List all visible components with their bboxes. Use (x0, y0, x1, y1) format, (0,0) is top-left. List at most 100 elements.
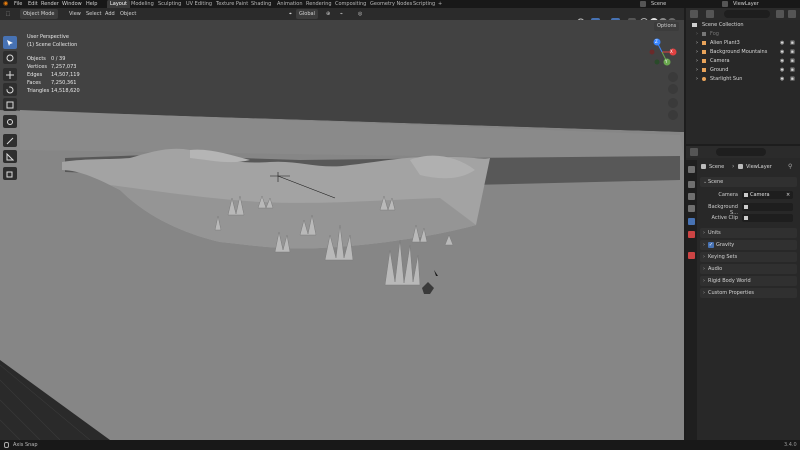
camera-render-icon[interactable]: ▣ (790, 66, 795, 74)
collection-tab-icon[interactable] (688, 252, 695, 259)
display-mode-icon[interactable] (706, 10, 714, 18)
clear-icon[interactable]: × (786, 191, 790, 199)
proportional-edit-icon[interactable]: ◎ (358, 9, 362, 19)
tab-texture-paint[interactable]: Texture Paint (216, 0, 248, 8)
properties-editor-icon[interactable] (690, 148, 698, 156)
camera-render-icon[interactable]: ▣ (790, 75, 795, 83)
tab-uv-editing[interactable]: UV Editing (186, 0, 212, 8)
camera-view-icon[interactable] (668, 98, 678, 108)
add-workspace-button[interactable]: + (438, 0, 442, 8)
rigid-body-world-panel-header[interactable]: › Rigid Body World (700, 276, 797, 286)
perspective-toggle-icon[interactable] (668, 110, 678, 120)
scene-panel-header[interactable]: ⌄ Scene (700, 177, 797, 187)
tab-sculpting[interactable]: Sculpting (158, 0, 181, 8)
menu-render[interactable]: Render (41, 0, 59, 8)
tool-tab-icon[interactable] (688, 166, 695, 173)
scene-selector-icon[interactable] (640, 1, 646, 7)
tab-compositing[interactable]: Compositing (335, 0, 366, 8)
camera-render-icon[interactable]: ▣ (790, 57, 795, 65)
outliner-item-fog[interactable]: › Fog (686, 30, 800, 38)
scene-name[interactable]: Scene (651, 0, 666, 8)
gravity-panel-header[interactable]: › ✓ Gravity (700, 240, 797, 250)
outliner-item-camera[interactable]: › Camera ◉ ▣ (686, 57, 800, 65)
audio-panel-header[interactable]: › Audio (700, 264, 797, 274)
gravity-checkbox[interactable]: ✓ (708, 242, 714, 248)
tab-geometry-nodes[interactable]: Geometry Nodes (370, 0, 412, 8)
tab-shading[interactable]: Shading (251, 0, 271, 8)
keying-sets-panel-header[interactable]: › Keying Sets (700, 252, 797, 262)
new-collection-icon[interactable] (788, 10, 796, 18)
outliner-item-ground[interactable]: › Ground ◉ ▣ (686, 66, 800, 74)
annotate-tool[interactable] (3, 134, 17, 147)
scale-tool[interactable] (3, 98, 17, 111)
mode-dropdown[interactable]: Object Mode (20, 9, 58, 19)
zoom-icon[interactable] (668, 72, 678, 82)
orientation-dropdown[interactable]: Global (296, 9, 318, 19)
snap-icon[interactable]: ⌁ (340, 9, 343, 19)
units-panel-header[interactable]: › Units (700, 228, 797, 238)
properties-tab-column (686, 160, 697, 440)
tab-scripting[interactable]: Scripting (413, 0, 435, 8)
expand-arrow-icon[interactable]: › (696, 48, 698, 56)
outliner-root[interactable]: Scene Collection (686, 21, 800, 29)
eye-icon[interactable]: ◉ (780, 57, 784, 65)
eye-icon[interactable]: ◉ (780, 48, 784, 56)
eye-icon[interactable]: ◉ (780, 66, 784, 74)
tab-layout[interactable]: Layout (107, 0, 130, 8)
expand-arrow-icon[interactable]: › (696, 75, 698, 83)
viewlayer-name[interactable]: ViewLayer (733, 0, 759, 8)
options-dropdown[interactable]: Options (654, 22, 680, 31)
output-tab-icon[interactable] (688, 193, 695, 200)
menu-file[interactable]: File (14, 0, 22, 8)
rotate-tool[interactable] (3, 83, 17, 96)
pin-icon[interactable]: ⚲ (788, 163, 792, 170)
3d-viewport[interactable]: User Perspective (1) Scene Collection Ob… (0, 20, 684, 440)
viewlayer-icon[interactable] (722, 1, 728, 7)
filter-icon[interactable] (776, 10, 784, 18)
outliner-editor-icon[interactable] (690, 10, 698, 18)
expand-arrow-icon[interactable]: › (696, 66, 698, 74)
measure-tool[interactable] (3, 150, 17, 163)
expand-arrow-icon[interactable]: › (696, 39, 698, 47)
blender-logo-icon[interactable]: ◉ (3, 1, 10, 7)
tab-modeling[interactable]: Modeling (131, 0, 154, 8)
menu-select[interactable]: Select (86, 9, 101, 19)
select-tool[interactable] (3, 36, 17, 49)
menu-object[interactable]: Object (120, 9, 136, 19)
editor-type-icon[interactable]: ⬚ (3, 9, 13, 19)
transform-tool[interactable] (3, 115, 17, 128)
background-scene-field[interactable] (742, 203, 793, 211)
tab-animation[interactable]: Animation (277, 0, 303, 8)
cursor-tool[interactable] (3, 51, 17, 64)
tab-rendering[interactable]: Rendering (306, 0, 332, 8)
menu-help[interactable]: Help (86, 0, 97, 8)
expand-arrow-icon[interactable]: › (696, 30, 698, 38)
pan-icon[interactable] (668, 84, 678, 94)
navigation-gizmo[interactable] (645, 34, 681, 70)
pivot-icon[interactable]: ⊕ (326, 9, 330, 19)
scene-tab-icon[interactable] (688, 218, 695, 225)
outliner-item-background-mountains[interactable]: › Background Mountains ◉ ▣ (686, 48, 800, 56)
world-tab-icon[interactable] (688, 231, 695, 238)
outliner-item-starlight-sun[interactable]: › Starlight Sun ◉ ▣ (686, 75, 800, 83)
camera-render-icon[interactable]: ▣ (790, 48, 795, 56)
eye-icon[interactable]: ◉ (780, 39, 784, 47)
expand-arrow-icon[interactable]: › (696, 57, 698, 65)
eye-icon[interactable]: ◉ (780, 75, 784, 83)
properties-search-input[interactable] (716, 148, 766, 156)
add-cube-tool[interactable] (3, 167, 17, 180)
custom-properties-panel-header[interactable]: › Custom Properties (700, 288, 797, 298)
menu-window[interactable]: Window (62, 0, 82, 8)
camera-render-icon[interactable]: ▣ (790, 39, 795, 47)
menu-edit[interactable]: Edit (28, 0, 38, 8)
orientation-icon[interactable]: ⌖ (289, 9, 292, 19)
move-tool[interactable] (3, 68, 17, 81)
active-clip-field[interactable] (742, 214, 793, 222)
menu-add[interactable]: Add (105, 9, 115, 19)
outliner-search-input[interactable] (724, 10, 770, 18)
render-tab-icon[interactable] (688, 181, 695, 188)
view-layer-tab-icon[interactable] (688, 205, 695, 212)
outliner-item-alien-plant3[interactable]: › Alien Plant3 ◉ ▣ (686, 39, 800, 47)
menu-view[interactable]: View (69, 9, 81, 19)
camera-field[interactable]: Camera × (742, 191, 793, 199)
